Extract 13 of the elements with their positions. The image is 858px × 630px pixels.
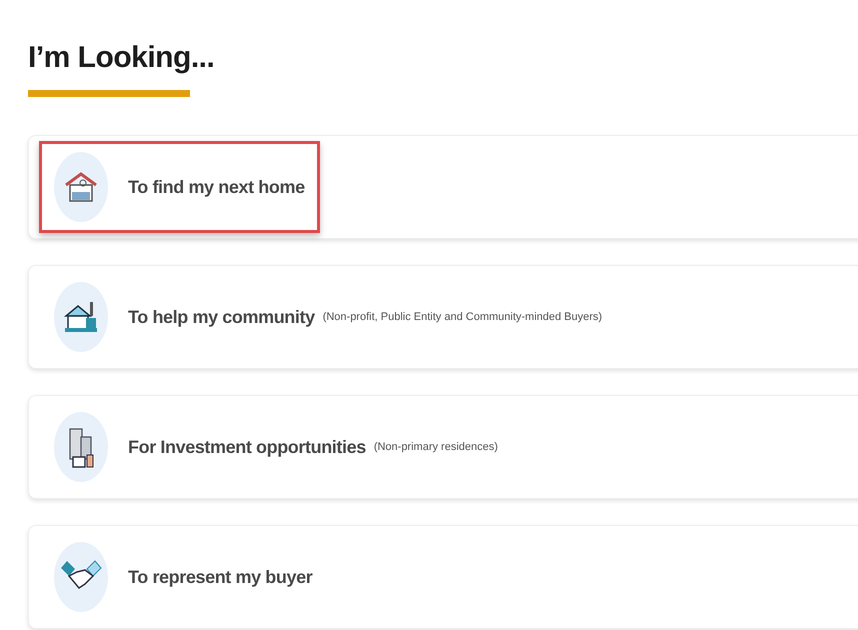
option-label: To find my next home: [128, 176, 305, 199]
option-card[interactable]: To represent my buyer: [28, 525, 858, 629]
option-card[interactable]: For Investment opportunities (Non-primary residences): [28, 395, 858, 499]
option-note: (Non-profit, Public Entity and Community-minded Buyers): [322, 310, 602, 325]
option-label: For Investment opportunities: [128, 436, 366, 459]
house-icon: [63, 171, 99, 203]
page-title: I’m Looking...: [28, 40, 216, 76]
option-note: (Non-primary residences): [374, 440, 498, 455]
option-card[interactable]: To help my community (Non-profit, Public Entity and Community-minded Buyers): [28, 265, 858, 369]
option-label: To help my community: [128, 306, 315, 329]
town-house-icon: [62, 300, 100, 334]
option-card[interactable]: To find my next home: [28, 135, 858, 239]
option-label: To represent my buyer: [128, 566, 312, 589]
